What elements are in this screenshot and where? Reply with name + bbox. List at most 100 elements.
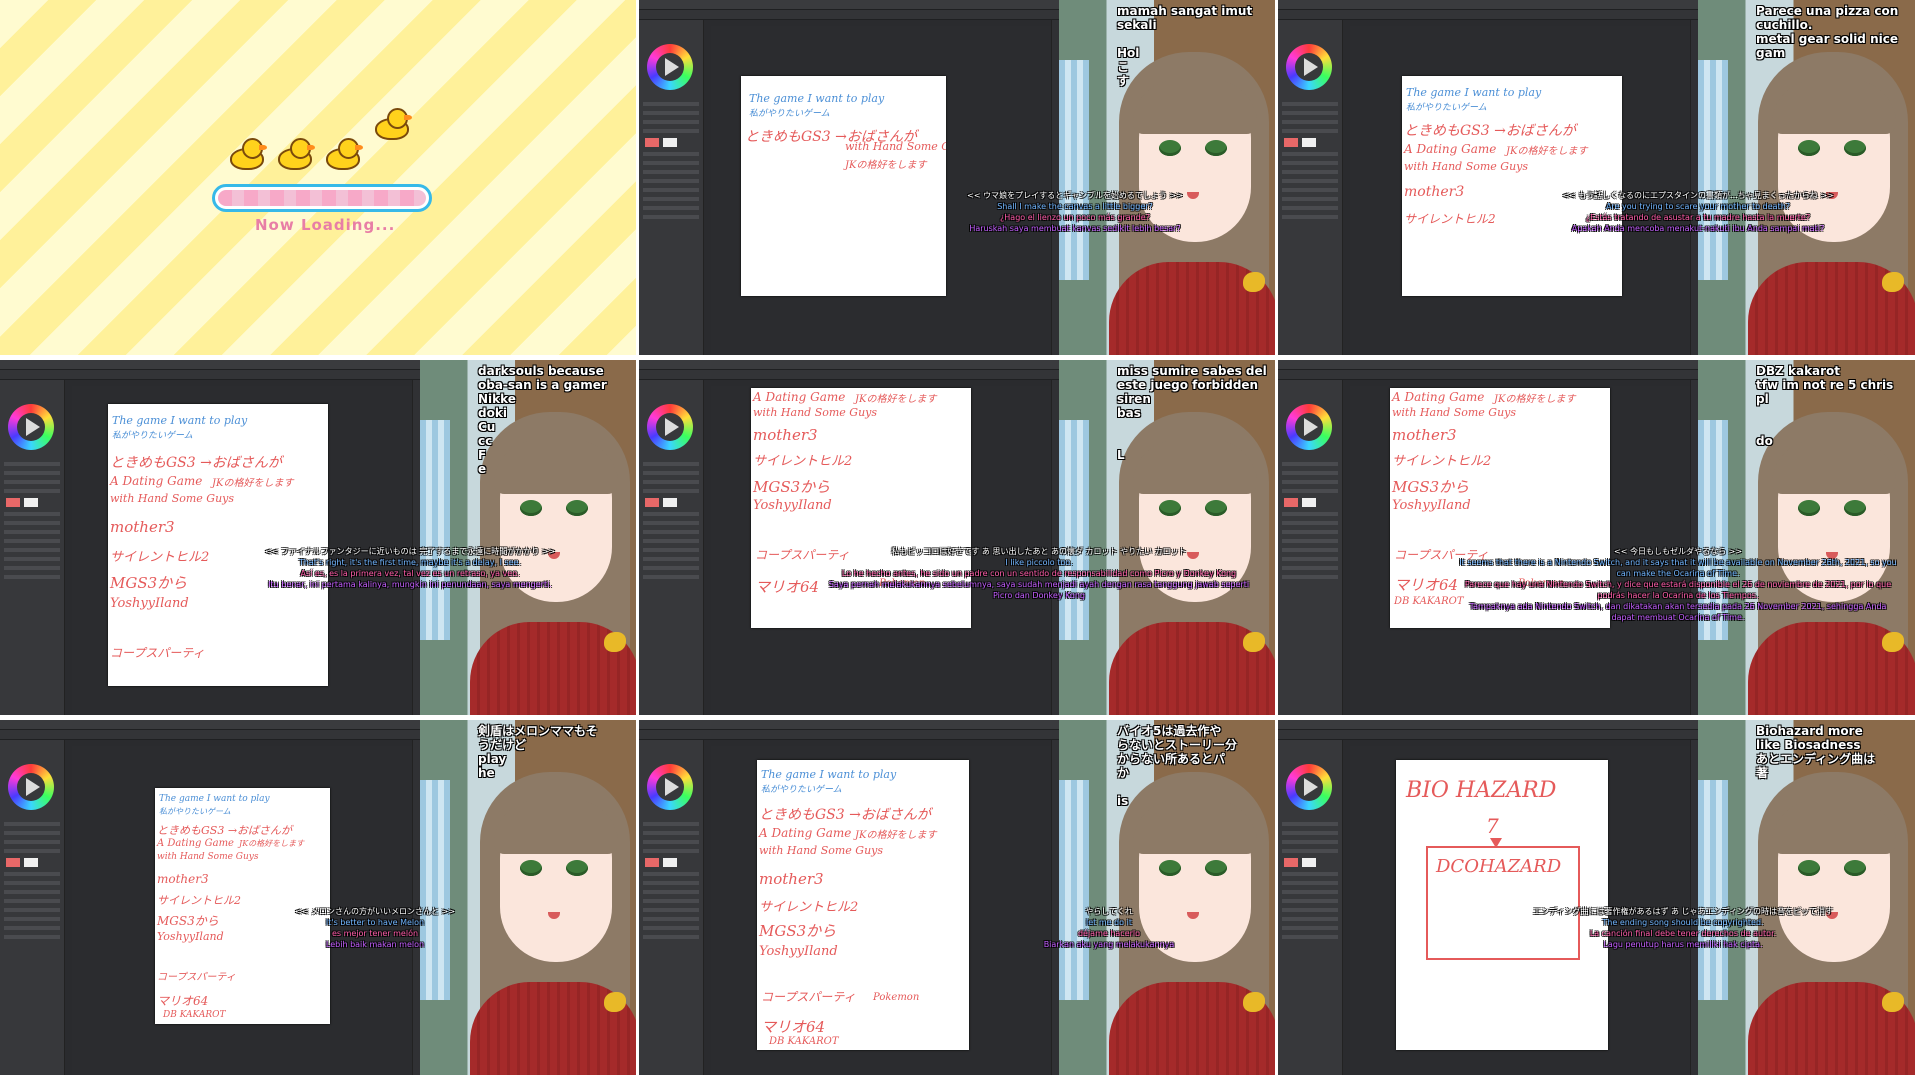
color-wheel[interactable]: [1286, 764, 1332, 810]
handwritten-text: サイレントヒル2: [157, 894, 241, 907]
drawing-canvas[interactable]: The game I want to play 私がやりたいゲーム ときめもGS3 …: [741, 76, 946, 296]
panel-row: [643, 539, 699, 543]
panel-row: [4, 890, 60, 894]
left-panel: [639, 740, 704, 1075]
handwritten-text: ときめもGS3 →おばさんが: [759, 807, 931, 823]
handwritten-text: 私がやりたいゲーム: [159, 807, 231, 816]
handwritten-text: The game I want to play: [761, 768, 897, 781]
loading-progress-bar: [212, 184, 432, 212]
avatar-bangs: [1772, 800, 1896, 854]
handwritten-text: Pokemon: [873, 992, 920, 1003]
color-wheel[interactable]: [8, 404, 54, 450]
handwritten-text: コープスパーティ: [157, 972, 236, 983]
handwritten-text: MGS3から: [110, 574, 188, 592]
panel-row: [643, 557, 699, 561]
left-panel: [639, 380, 704, 715]
panel-row: [1282, 521, 1338, 525]
chat-comments: 剣盾はメロンママもそ うだけど play he: [478, 724, 598, 780]
play-icon: [1304, 778, 1318, 796]
panel-row: [643, 129, 699, 133]
color-wheel[interactable]: [1286, 404, 1332, 450]
panel-row: [1282, 917, 1338, 921]
color-swatch-red: [645, 498, 659, 507]
play-icon: [26, 778, 40, 796]
panel-row: [4, 908, 60, 912]
drawing-canvas[interactable]: The game I want to play 私がやりたいゲーム ときめもGS3 …: [757, 760, 969, 1050]
handwritten-text: JKの格好をします: [1494, 394, 1576, 405]
avatar-ribbon: [604, 632, 626, 652]
avatar-eye-right: [1844, 500, 1866, 516]
color-wheel[interactable]: [8, 764, 54, 810]
panel-row: [643, 831, 699, 835]
handwritten-text: with Hand Some Guys: [157, 852, 259, 862]
panel-row: [643, 161, 699, 165]
loading-screen: Now Loading...: [0, 0, 636, 355]
duck-icon: [375, 108, 412, 140]
play-icon: [665, 58, 679, 76]
panel-row: [643, 935, 699, 939]
subtitle-es: ¿Hago el lienzo un poco más grande?: [1000, 213, 1150, 222]
handwritten-text: The game I want to play: [112, 414, 248, 427]
panel-row: [1282, 512, 1338, 516]
stream-frame-5: ファイル編集ページ管理アニメーションレイヤー選択範囲表示フィルターウィンドウヘル…: [1278, 360, 1915, 715]
stream-frame-8: ファイル編集ページ管理アニメーションレイヤー選択範囲表示フィルターウィンドウヘル…: [1278, 720, 1915, 1075]
avatar-eye-left: [1798, 140, 1820, 156]
handwritten-text: A Dating Game: [157, 838, 234, 849]
handwritten-text: The game I want to play: [1406, 86, 1542, 99]
panel-row: [643, 480, 699, 484]
panel-row: [643, 849, 699, 853]
subtitle-es: déjame hacerlo: [1077, 929, 1141, 938]
panel-row: [643, 890, 699, 894]
panel-row: [643, 471, 699, 475]
loading-text: Now Loading...: [255, 216, 396, 234]
chat-comments: DBZ kakarot tfw im not re 5 chris pl do: [1756, 364, 1894, 448]
drawing-canvas[interactable]: The game I want to play 私がやりたいゲーム ときめもGS3 …: [1402, 76, 1622, 296]
panel-row: [643, 206, 699, 210]
avatar-eye-right: [1205, 140, 1227, 156]
handwritten-text: コープスパーティ: [110, 646, 205, 660]
panel-row: [1282, 539, 1338, 543]
subtitle-en: Are you trying to scare your mother to d…: [1605, 202, 1791, 211]
subtitle-block: << もう話しくなるのにエプスタインの書類が...ちゃ見まくったからね >> Ar…: [1488, 190, 1908, 234]
handwritten-text: 私がやりたいゲーム: [749, 109, 830, 119]
color-swatch-red: [645, 858, 659, 867]
stream-frame-7: ファイル編集ページ管理アニメーションレイヤー選択範囲表示フィルターウィンドウヘル…: [639, 720, 1275, 1075]
curtain: [420, 780, 450, 1000]
curtain: [1698, 780, 1728, 1000]
handwritten-text: マリオ64: [761, 1018, 826, 1036]
panel-row: [1282, 530, 1338, 534]
color-wheel[interactable]: [647, 764, 693, 810]
drawing-canvas[interactable]: The game I want to play 私がやりたいゲーム ときめもGS3 …: [108, 404, 328, 686]
panel-row: [643, 840, 699, 844]
panel-row: [1282, 548, 1338, 552]
color-wheel[interactable]: [1286, 44, 1332, 90]
avatar-eye-left: [1159, 500, 1181, 516]
color-wheel[interactable]: [647, 44, 693, 90]
color-wheel[interactable]: [647, 404, 693, 450]
handwritten-text: BIO HAZARD: [1406, 778, 1557, 803]
panel-row: [643, 926, 699, 930]
avatar-bangs: [1772, 440, 1896, 494]
panel-row: [4, 831, 60, 835]
subtitle-block: << メロンさんの方がいいメロンさんと >> It's better to hav…: [250, 906, 500, 950]
subtitle-jp: << ファイナルファンタジーに近いものは 完了するまで永遠に時間がかかり >>: [264, 547, 556, 556]
subtitle-id: Itu benar, ini pertama kalinya, mungkin …: [268, 580, 552, 589]
stream-frame-4: ファイル編集ページ管理アニメーションレイヤー選択範囲表示フィルターウィンドウヘル…: [639, 360, 1275, 715]
handwritten-text: mother3: [759, 870, 824, 888]
handwritten-text: JKの格好をします: [855, 394, 937, 405]
subtitle-id: Apakah Anda mencoba menakut-nakuti ibu A…: [1571, 224, 1825, 233]
drawing-canvas[interactable]: BIO HAZARD 7 DCOHAZARD: [1396, 760, 1608, 1050]
chat-comments: Biohazard more like Biosadness あとエンディング曲…: [1756, 724, 1876, 780]
color-swatch-red: [1284, 858, 1298, 867]
panel-row: [4, 872, 60, 876]
handwritten-text: サイレントヒル2: [759, 900, 859, 915]
subtitle-en: I like piccolo too.: [1005, 558, 1073, 567]
handwritten-text: マリオ64: [1394, 576, 1459, 594]
handwritten-text: YoshyyIland: [157, 930, 224, 943]
avatar-eye-right: [1205, 860, 1227, 876]
color-swatch-white: [663, 138, 677, 147]
panel-row: [1282, 197, 1338, 201]
subtitle-id: Saya pernah melakukannya sebelumnya, say…: [828, 580, 1250, 600]
handwritten-text: JKの格好をします: [845, 160, 927, 171]
panel-row: [643, 566, 699, 570]
